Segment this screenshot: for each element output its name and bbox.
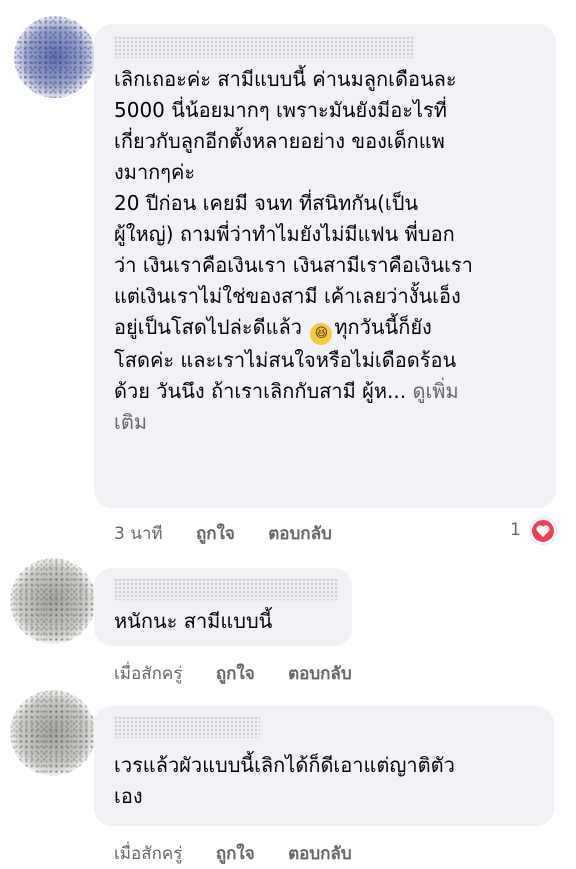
comment-line-part: ด้วย วันนึง ถ้าเราเลิกกับสามี ผู้ห... <box>114 379 407 403</box>
commenter-avatar[interactable] <box>10 558 96 644</box>
comment-actions: เมื่อสักครู่ ถูกใจ ตอบกลับ <box>114 840 380 867</box>
comment-line: เกี่ยวกับลูกอีกตั้งหลายอย่าง ของเด็กแพ <box>114 129 445 153</box>
comment-timestamp[interactable]: 3 นาที <box>114 524 163 544</box>
reply-button[interactable]: ตอบกลับ <box>288 664 352 684</box>
reply-button[interactable]: ตอบกลับ <box>288 844 352 864</box>
comment-line: ด้วย วันนึง ถ้าเราเลิกกับสามี ผู้ห... ดู… <box>114 376 544 407</box>
comment-text: เลิกเถอะค่ะ สามีแบบนี้ ค่านมลูกเดือนละ 5… <box>114 64 544 438</box>
comment-author-name[interactable] <box>114 716 260 738</box>
comment-line: ผู้ใหญ่) ถามพี่ว่าทำไมยังไม่มีแฟน พี่บอก <box>114 222 455 246</box>
reply-button[interactable]: ตอบกลับ <box>268 524 332 544</box>
like-button[interactable]: ถูกใจ <box>216 664 255 684</box>
comment-line: อยู่เป็นโสดไปล่ะดีแล้ว 😆 ทุกวันนี้ก็ยัง <box>114 312 544 345</box>
see-more-link-continued[interactable]: เติม <box>114 407 544 438</box>
comment-author-name[interactable] <box>114 36 414 58</box>
commenter-avatar[interactable] <box>14 16 96 98</box>
laughing-face-emoji-icon: 😆 <box>310 323 333 345</box>
comment-line: 5000 นี่น้อยมากๆ เพราะมันยังมีอะไรที่ <box>114 98 447 122</box>
comment-actions: 3 นาที ถูกใจ ตอบกลับ <box>114 520 360 547</box>
love-reaction-icon[interactable] <box>530 518 556 544</box>
comment-timestamp[interactable]: เมื่อสักครู่ <box>114 664 182 684</box>
comment-line-part: ทุกวันนี้ก็ยัง <box>334 315 432 339</box>
reaction-count[interactable]: 1 <box>510 520 521 540</box>
comment-actions: เมื่อสักครู่ ถูกใจ ตอบกลับ <box>114 660 380 687</box>
comment-line: 20 ปีก่อน เคยมี จนท ที่สนิทกัน(เป็น <box>114 191 419 215</box>
like-button[interactable]: ถูกใจ <box>216 844 255 864</box>
comment-text: เวรแล้วผัวแบบนี้เลิกได้ก็ดีเอาแต่ญาติตัว… <box>114 750 546 812</box>
like-button[interactable]: ถูกใจ <box>196 524 235 544</box>
comment-line: เวรแล้วผัวแบบนี้เลิกได้ก็ดีเอาแต่ญาติตัว <box>114 753 455 777</box>
comment-text: หนักนะ สามีแบบนี้ <box>114 606 344 637</box>
comment-line-part: อยู่เป็นโสดไปล่ะดีแล้ว <box>114 315 302 339</box>
commenter-avatar[interactable] <box>10 690 96 776</box>
comment-line: เลิกเถอะค่ะ สามีแบบนี้ ค่านมลูกเดือนละ <box>114 67 457 91</box>
comment-line: หนักนะ สามีแบบนี้ <box>114 609 273 633</box>
comment-line: งมากๆค่ะ <box>114 160 196 184</box>
see-more-link[interactable]: ดูเพิ่ม <box>412 379 458 403</box>
comment-line: ว่า เงินเราคือเงินเรา เงินสามีเราคือเงิน… <box>114 253 473 277</box>
comment-timestamp[interactable]: เมื่อสักครู่ <box>114 844 182 864</box>
comment-author-name[interactable] <box>114 578 338 600</box>
heart-icon <box>536 525 550 537</box>
comment-line: โสดค่ะ และเราไม่สนใจหรือไม่เดือดร้อน <box>114 348 457 372</box>
comment-line: แต่เงินเราไม่ใช่ของสามี เค้าเลยว่างั้นเอ… <box>114 284 461 308</box>
comment-line: เอง <box>114 784 143 808</box>
